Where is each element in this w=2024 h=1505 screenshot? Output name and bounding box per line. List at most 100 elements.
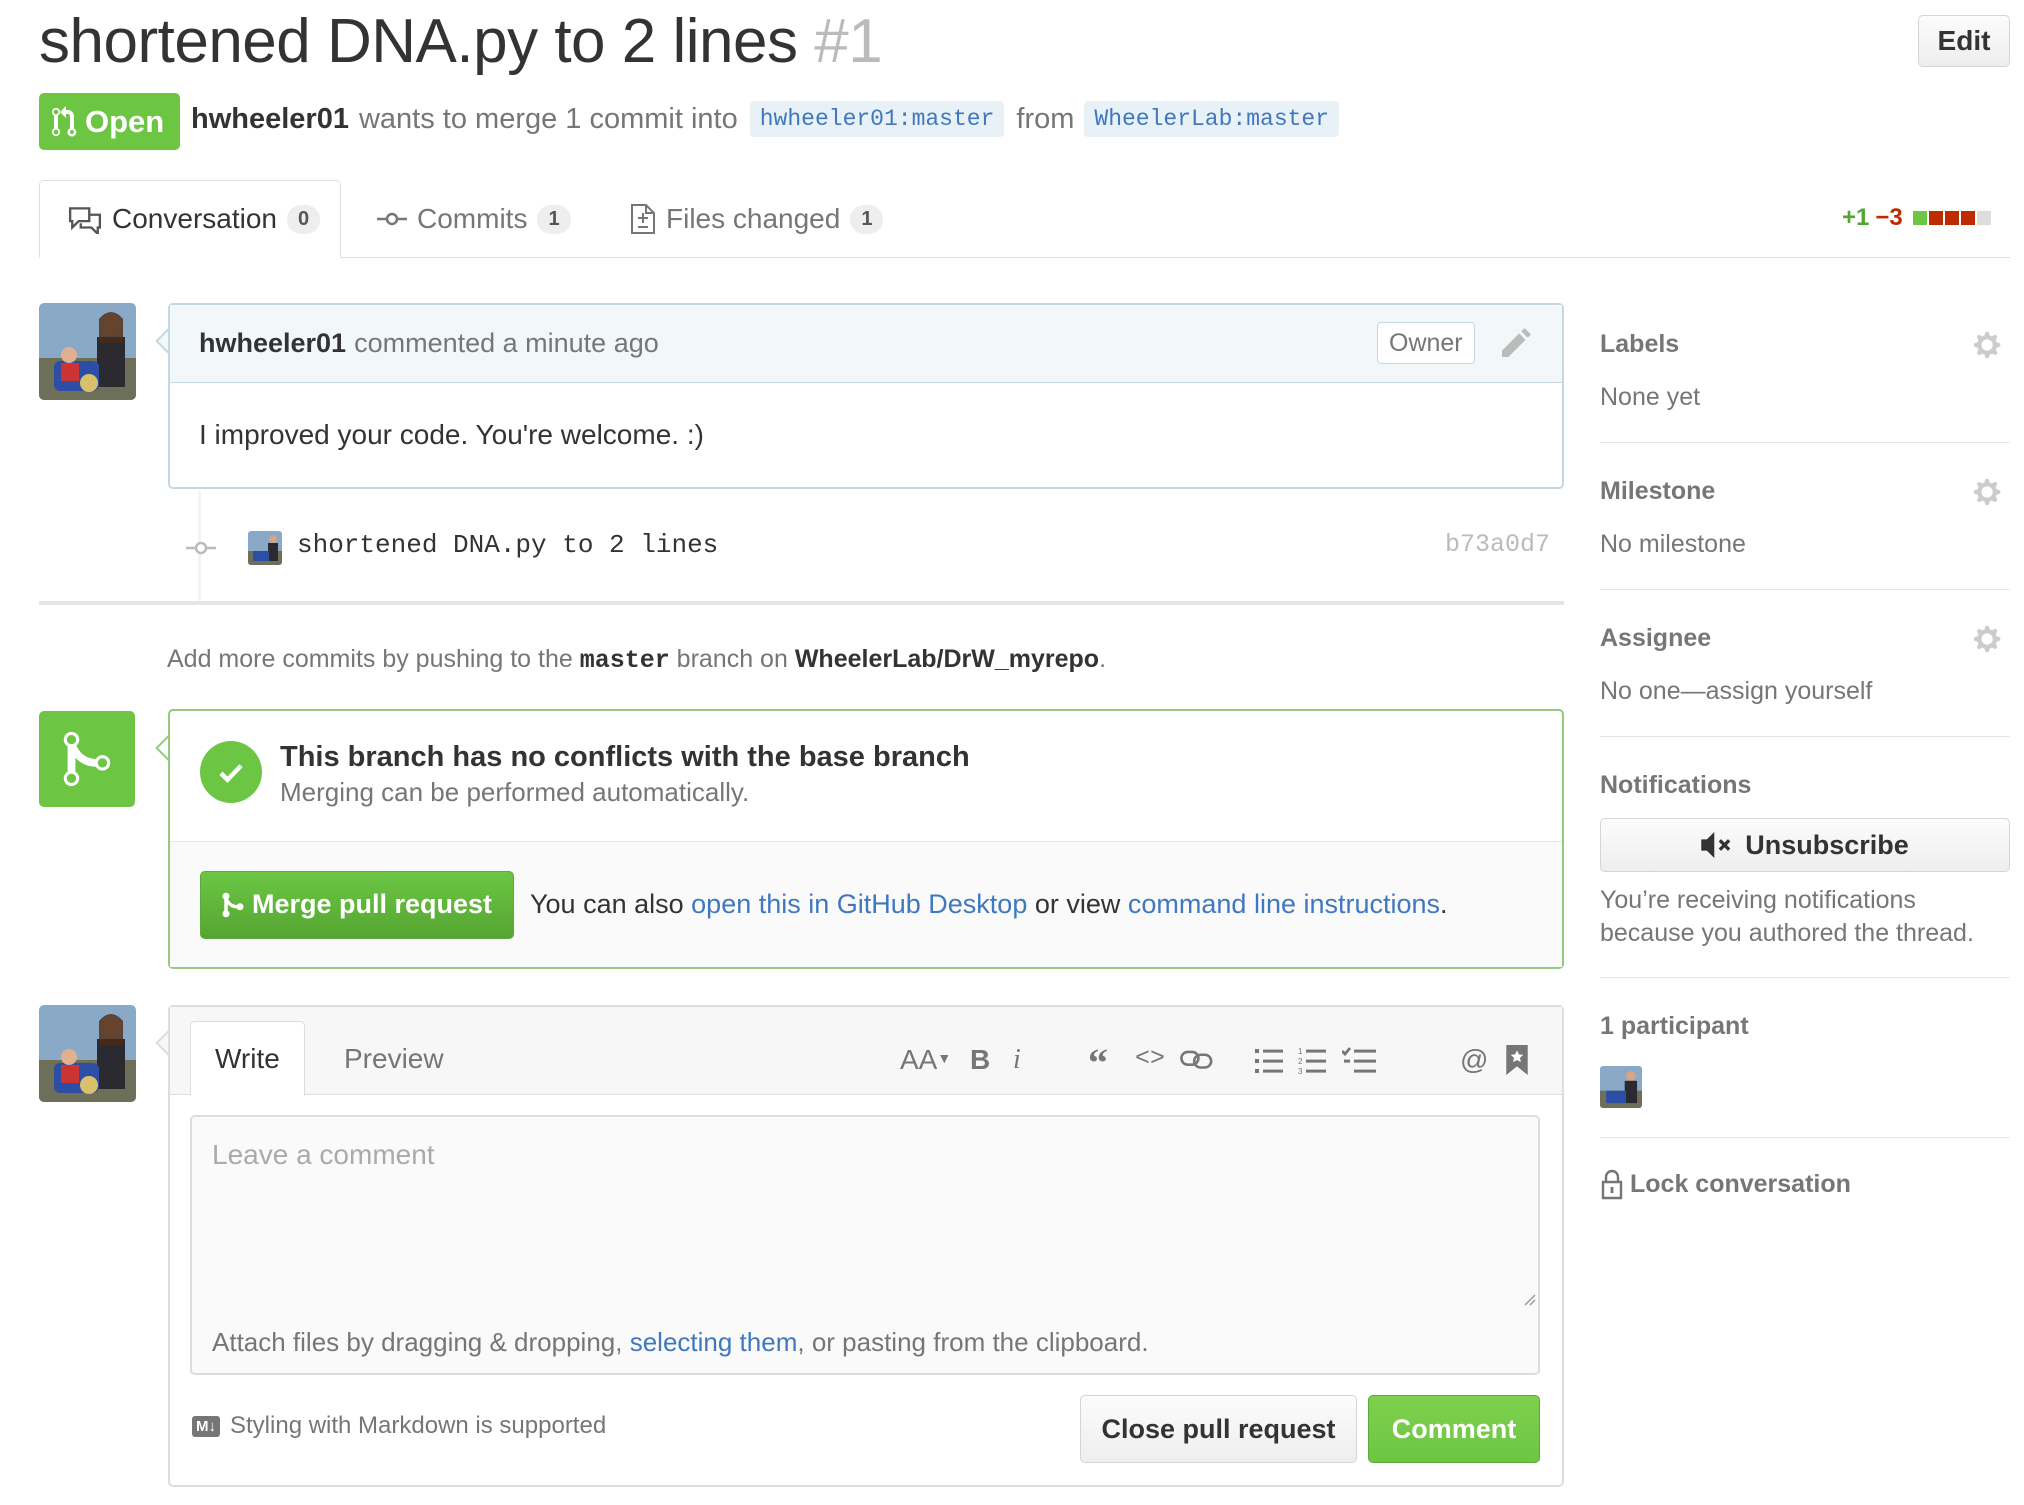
tab-files-counter: 1	[850, 204, 884, 234]
lock-conversation-link[interactable]: Lock conversation	[1600, 1168, 1851, 1200]
tab-files-changed[interactable]: Files changed 1	[630, 180, 884, 258]
state-badge: Open	[39, 93, 181, 150]
diffstat-block	[1912, 211, 1927, 225]
sidebar-divider	[1600, 589, 2010, 590]
saved-replies-icon[interactable]	[1506, 1045, 1528, 1075]
tab-conversation[interactable]: Conversation 0	[39, 180, 341, 258]
pr-meta: hwheeler01 wants to merge 1 commit into …	[191, 101, 1351, 137]
sidebar-divider	[1600, 442, 2010, 443]
assignee-gear-icon[interactable]	[1974, 624, 2004, 654]
markdown-hint-label: Styling with Markdown is supported	[230, 1412, 607, 1439]
unsubscribe-button[interactable]: Unsubscribe	[1600, 818, 2010, 872]
tab-files-label: Files changed	[666, 203, 841, 234]
task-list-icon[interactable]	[1342, 1047, 1376, 1075]
sidebar-divider	[1600, 736, 2010, 737]
base-branch-ref[interactable]: hwheeler01:master	[749, 101, 1005, 137]
pr-title: shortened DNA.py to 2 lines #1	[39, 6, 883, 77]
unsubscribe-label: Unsubscribe	[1745, 829, 1909, 860]
comment-button[interactable]: Comment	[1368, 1395, 1540, 1463]
push-hint-branch: master	[579, 646, 670, 675]
tab-conversation-label: Conversation	[112, 203, 277, 234]
merge-text-prefix: You can also	[530, 889, 684, 919]
pr-author-link[interactable]: hwheeler01	[191, 103, 349, 136]
push-hint: Add more commits by pushing to the maste…	[167, 645, 1106, 675]
milestone-gear-icon[interactable]	[1974, 477, 2004, 507]
diffstat-block	[1976, 211, 1991, 225]
assign-yourself-link[interactable]: No one—assign yourself	[1600, 677, 2010, 706]
comment-box: hwheeler01 commented a minute ago Owner …	[168, 303, 1564, 489]
link-icon[interactable]	[1180, 1047, 1214, 1071]
from-text: from	[1016, 102, 1075, 135]
sidebar-assignee-heading[interactable]: Assignee	[1600, 624, 2010, 653]
ordered-list-icon[interactable]: 123	[1298, 1047, 1326, 1075]
resize-handle-icon[interactable]	[1522, 1292, 1536, 1306]
pr-number: #1	[814, 7, 883, 76]
merge-alternatives: You can also open this in GitHub Desktop…	[530, 889, 1448, 920]
comment-author-link[interactable]: hwheeler01	[199, 328, 346, 359]
close-pull-request-button[interactable]: Close pull request	[1080, 1395, 1357, 1463]
tab-commits-counter: 1	[537, 204, 571, 234]
merge-box: This branch has no conflicts with the ba…	[168, 709, 1564, 969]
markdown-hint[interactable]: M↓ Styling with Markdown is supported	[192, 1412, 606, 1440]
command-line-instructions-link[interactable]: command line instructions	[1128, 889, 1440, 919]
caret-down-icon: ▼	[937, 1050, 952, 1066]
head-branch-ref[interactable]: WheelerLab:master	[1084, 101, 1340, 137]
sidebar-milestone-heading[interactable]: Milestone	[1600, 477, 2010, 506]
svg-text:3: 3	[1298, 1067, 1303, 1075]
edit-button[interactable]: Edit	[1918, 15, 2010, 67]
current-user-avatar[interactable]	[39, 1005, 136, 1102]
merge-pull-request-button[interactable]: Merge pull request	[200, 870, 514, 939]
commit-author-avatar[interactable]	[248, 531, 282, 565]
comment-body: I improved your code. You're welcome. :)	[199, 419, 704, 450]
diffstat-deletions: −3	[1875, 204, 1903, 231]
merge-icon	[222, 891, 244, 919]
sidebar-notifications-heading: Notifications	[1600, 771, 1752, 799]
file-diff-icon	[630, 203, 656, 235]
select-files-link[interactable]: selecting them	[630, 1327, 798, 1358]
sidebar-divider	[1600, 977, 2010, 978]
quote-icon[interactable]: “	[1088, 1039, 1108, 1086]
attach-suffix: , or pasting from the clipboard.	[797, 1326, 1149, 1357]
owner-badge: Owner	[1377, 322, 1475, 364]
check-icon	[200, 741, 262, 803]
mention-icon[interactable]: @	[1460, 1044, 1488, 1076]
mute-icon	[1701, 832, 1735, 858]
italic-icon[interactable]: i	[1013, 1044, 1021, 1076]
text-size-label: AA	[900, 1044, 938, 1075]
markdown-icon: M↓	[192, 1415, 220, 1437]
state-label: Open	[85, 103, 165, 139]
commit-icon	[377, 209, 407, 229]
push-hint-repo[interactable]: WheelerLab/DrW_myrepo	[795, 645, 1099, 673]
lock-conversation-label: Lock conversation	[1630, 1169, 1851, 1198]
svg-text:2: 2	[1298, 1057, 1303, 1066]
pr-title-text: shortened DNA.py to 2 lines	[39, 7, 798, 76]
merge-text-suffix: .	[1440, 889, 1448, 919]
diffstat-block	[1928, 211, 1943, 225]
comment-timestamp[interactable]: commented a minute ago	[354, 328, 659, 359]
commit-node-icon	[186, 538, 216, 558]
merge-status-subtitle: Merging can be performed automatically.	[280, 777, 750, 807]
avatar[interactable]	[39, 303, 136, 400]
merge-text: wants to merge 1 commit into	[358, 102, 738, 135]
tab-preview[interactable]: Preview	[320, 1021, 468, 1096]
merge-actions: Merge pull request You can also open thi…	[170, 842, 1562, 967]
code-icon[interactable]: <>	[1135, 1044, 1165, 1073]
participant-avatar[interactable]	[1600, 1066, 1642, 1108]
unordered-list-icon[interactable]	[1255, 1047, 1283, 1075]
form-header: Write Preview AA▼ B i “ <> 123 @	[170, 1007, 1562, 1096]
pencil-icon[interactable]	[1502, 327, 1532, 357]
tab-commits[interactable]: Commits 1	[377, 180, 571, 258]
timeline-divider	[39, 601, 1564, 605]
commit-sha-link[interactable]: b73a0d7	[1445, 530, 1550, 559]
sidebar-labels-heading[interactable]: Labels	[1600, 330, 2010, 359]
svg-text:1: 1	[1298, 1047, 1303, 1056]
open-in-desktop-link[interactable]: open this in GitHub Desktop	[691, 889, 1027, 919]
bold-icon[interactable]: B	[970, 1044, 990, 1076]
tab-write[interactable]: Write	[190, 1021, 305, 1096]
attach-files-bar[interactable]: Attach files by dragging & dropping, sel…	[190, 1311, 1540, 1375]
commit-message-link[interactable]: shortened DNA.py to 2 lines	[297, 530, 718, 560]
text-size-icon[interactable]: AA▼	[900, 1044, 951, 1076]
push-hint-middle: branch on	[676, 645, 788, 673]
merge-button-label: Merge pull request	[251, 889, 493, 919]
labels-gear-icon[interactable]	[1974, 330, 2004, 360]
